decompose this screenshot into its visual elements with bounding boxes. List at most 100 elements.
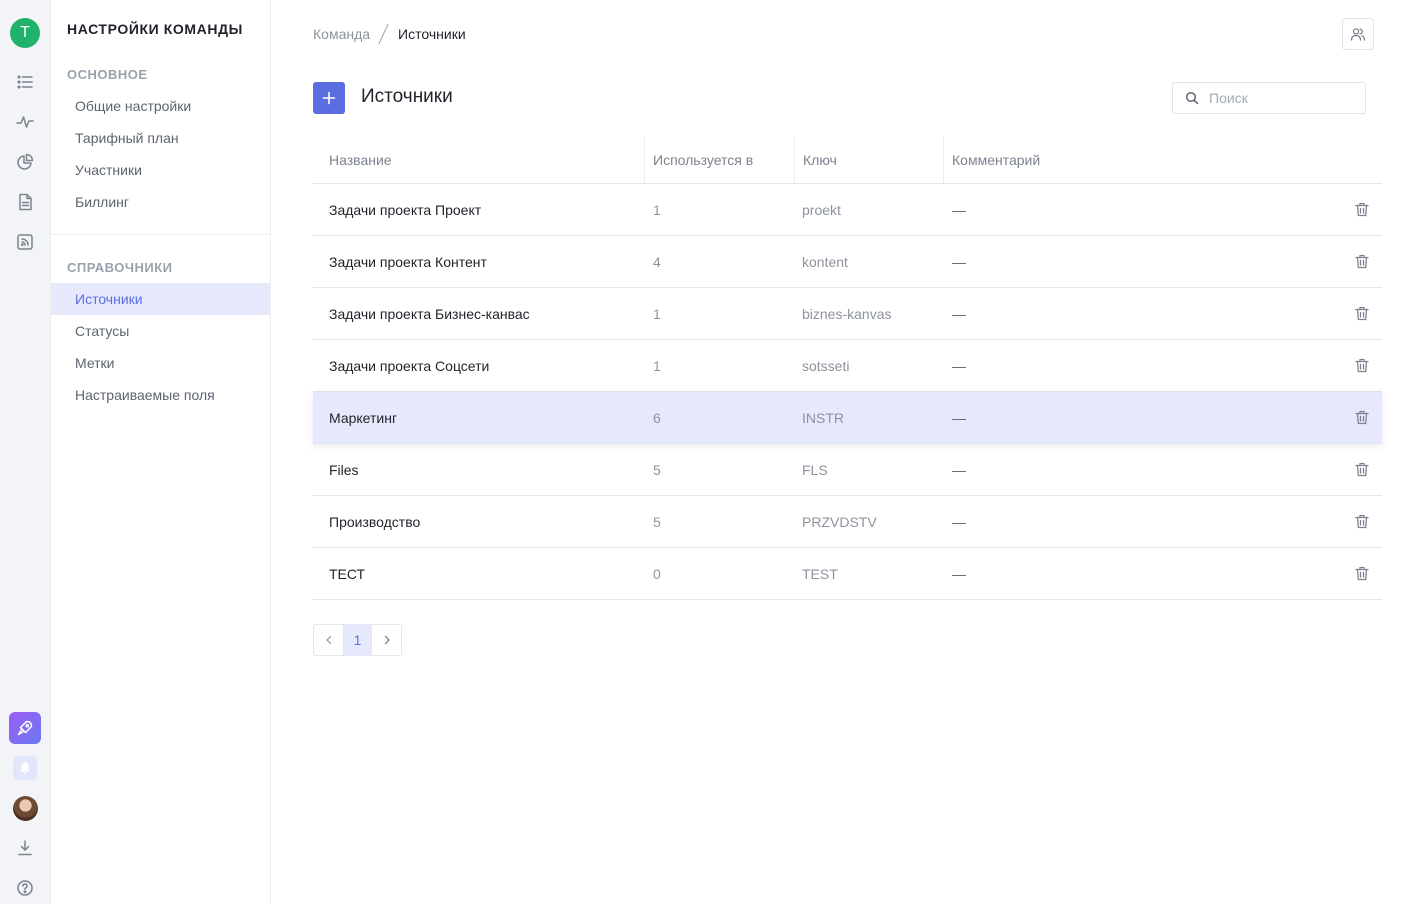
sidebar-item-custom-fields[interactable]: Настраиваемые поля <box>51 379 270 411</box>
breadcrumb-team-link[interactable]: Команда <box>313 26 370 42</box>
table-row[interactable]: Задачи проекта Контент 4 kontent — <box>313 236 1382 288</box>
trash-icon <box>1355 254 1369 269</box>
delete-button[interactable] <box>1353 340 1371 391</box>
search-box[interactable] <box>1172 82 1366 114</box>
search-icon <box>1185 91 1199 105</box>
pagination: 1 <box>313 624 402 656</box>
table-header: Название Используется в Ключ Комментарий <box>313 136 1382 184</box>
column-header-key[interactable]: Ключ <box>794 136 837 183</box>
search-input[interactable] <box>1207 89 1347 107</box>
usage-count: 1 <box>653 357 661 374</box>
next-page-button[interactable] <box>372 625 401 655</box>
usage-count: 1 <box>653 305 661 322</box>
trash-icon <box>1355 306 1369 321</box>
page-title: Источники <box>361 86 453 107</box>
source-name: Производство <box>329 513 421 530</box>
trash-icon <box>1355 462 1369 477</box>
source-key: TEST <box>802 565 838 582</box>
source-name: Задачи проекта Бизнес-канвас <box>329 305 530 322</box>
column-header-used[interactable]: Используется в <box>644 136 753 183</box>
trash-icon <box>1355 410 1369 425</box>
sidebar-item-sources[interactable]: Источники <box>51 283 270 315</box>
breadcrumb-separator <box>378 24 390 44</box>
usage-count: 5 <box>653 513 661 530</box>
sidebar-divider <box>51 234 270 235</box>
rss-icon[interactable] <box>15 232 35 252</box>
delete-button[interactable] <box>1353 184 1371 235</box>
column-header-comment[interactable]: Комментарий <box>943 136 1040 183</box>
breadcrumb-current: Источники <box>398 26 466 42</box>
source-comment: — <box>952 513 966 530</box>
delete-button[interactable] <box>1353 236 1371 287</box>
trash-icon <box>1355 202 1369 217</box>
breadcrumb: Команда Источники <box>313 24 466 44</box>
source-name: Задачи проекта Соцсети <box>329 357 490 374</box>
trash-icon <box>1355 358 1369 373</box>
table-row[interactable]: Задачи проекта Соцсети 1 sotsseti — <box>313 340 1382 392</box>
bell-icon[interactable] <box>13 756 37 780</box>
source-key: PRZVDSTV <box>802 513 877 530</box>
prev-page-button[interactable] <box>314 625 343 655</box>
add-source-button[interactable] <box>313 82 345 114</box>
source-comment: — <box>952 253 966 270</box>
table-row[interactable]: Задачи проекта Проект 1 proekt — <box>313 184 1382 236</box>
source-comment: — <box>952 409 966 426</box>
sidebar-item-plan[interactable]: Тарифный план <box>51 122 270 154</box>
list-icon[interactable] <box>15 72 35 92</box>
source-key: proekt <box>802 201 841 218</box>
usage-count: 4 <box>653 253 661 270</box>
source-comment: — <box>952 305 966 322</box>
table-row[interactable]: Задачи проекта Бизнес-канвас 1 biznes-ka… <box>313 288 1382 340</box>
delete-button[interactable] <box>1353 548 1371 599</box>
trash-icon <box>1355 566 1369 581</box>
delete-button[interactable] <box>1353 288 1371 339</box>
source-key: kontent <box>802 253 848 270</box>
table-row[interactable]: Маркетинг 6 INSTR — <box>313 392 1382 444</box>
table-row[interactable]: Files 5 FLS — <box>313 444 1382 496</box>
source-name: ТЕСТ <box>329 565 366 582</box>
source-comment: — <box>952 565 966 582</box>
sidebar-title: НАСТРОЙКИ КОМАНДЫ <box>67 21 243 37</box>
members-button[interactable] <box>1342 18 1374 50</box>
delete-button[interactable] <box>1353 392 1371 443</box>
document-icon[interactable] <box>15 192 35 212</box>
source-name: Files <box>329 461 359 478</box>
section-label-main: ОСНОВНОЕ <box>67 67 148 82</box>
usage-count: 5 <box>653 461 661 478</box>
source-comment: — <box>952 201 966 218</box>
sidebar-item-tags[interactable]: Метки <box>51 347 270 379</box>
table-row[interactable]: Производство 5 PRZVDSTV — <box>313 496 1382 548</box>
delete-button[interactable] <box>1353 496 1371 547</box>
delete-button[interactable] <box>1353 444 1371 495</box>
help-icon[interactable] <box>15 878 35 898</box>
chevron-right-icon <box>384 635 390 645</box>
source-name: Маркетинг <box>329 409 398 426</box>
settings-sidebar: НАСТРОЙКИ КОМАНДЫ ОСНОВНОЕ Общие настрой… <box>51 0 271 904</box>
usage-count: 6 <box>653 409 661 426</box>
user-avatar[interactable] <box>13 796 38 821</box>
source-name: Задачи проекта Контент <box>329 253 487 270</box>
source-key: sotsseti <box>802 357 850 374</box>
sidebar-item-statuses[interactable]: Статусы <box>51 315 270 347</box>
sidebar-item-general[interactable]: Общие настройки <box>51 90 270 122</box>
trash-icon <box>1355 514 1369 529</box>
table-row[interactable]: ТЕСТ 0 TEST — <box>313 548 1382 600</box>
sidebar-item-members[interactable]: Участники <box>51 154 270 186</box>
source-key: biznes-kanvas <box>802 305 892 322</box>
pie-chart-icon[interactable] <box>15 152 35 172</box>
usage-count: 0 <box>653 565 661 582</box>
team-avatar[interactable]: T <box>10 18 40 48</box>
activity-icon[interactable] <box>15 112 35 132</box>
source-key: INSTR <box>802 409 844 426</box>
chevron-left-icon <box>325 635 331 645</box>
usage-count: 1 <box>653 201 661 218</box>
app-rail: T <box>0 0 51 904</box>
rocket-icon[interactable] <box>9 712 41 744</box>
sidebar-item-billing[interactable]: Биллинг <box>51 186 270 218</box>
section-label-refs: СПРАВОЧНИКИ <box>67 260 173 275</box>
column-header-name[interactable]: Название <box>329 136 392 183</box>
sources-table: Название Используется в Ключ Комментарий… <box>313 136 1382 600</box>
download-icon[interactable] <box>15 838 35 858</box>
page-button-current[interactable]: 1 <box>343 625 372 655</box>
source-name: Задачи проекта Проект <box>329 201 482 218</box>
